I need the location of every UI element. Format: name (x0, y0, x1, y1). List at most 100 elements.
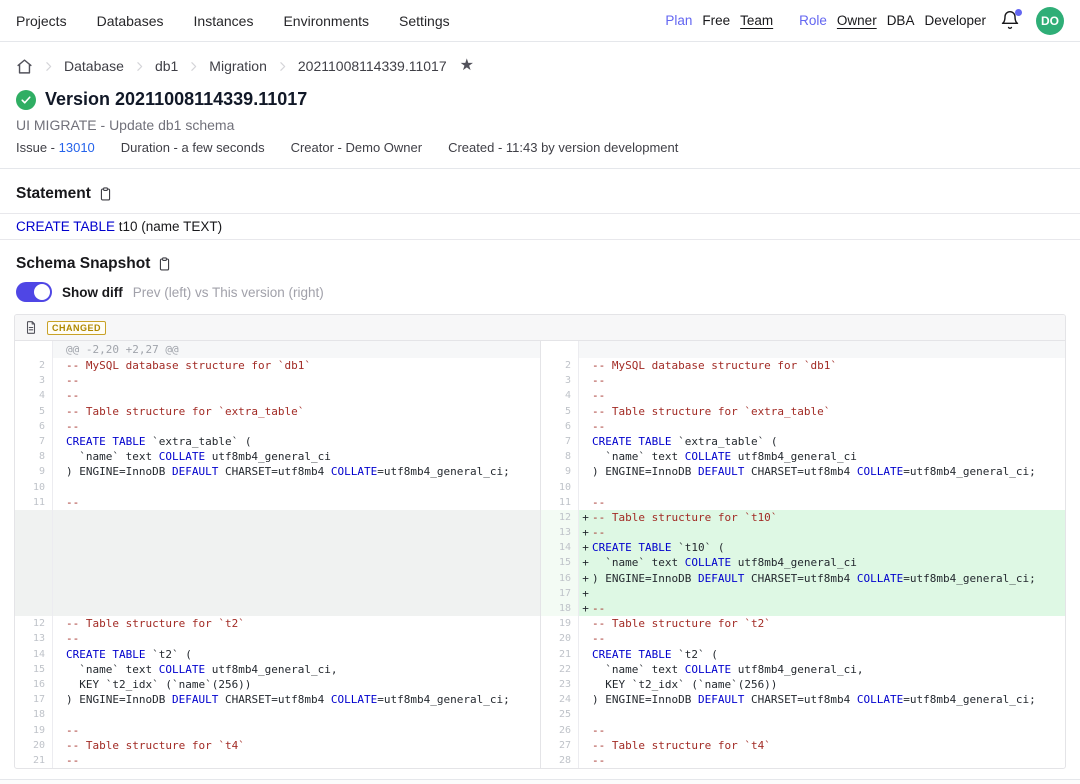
diff-line: 21-- (15, 753, 540, 768)
meta-item: Issue - 13010 (16, 140, 95, 155)
plan-label: Plan (665, 13, 692, 28)
diff-gap-row (15, 525, 540, 540)
diff-line: 19-- Table structure for `t2` (541, 616, 1065, 631)
meta-item: Created - 11:43 by version development (448, 140, 678, 155)
home-icon[interactable] (16, 58, 33, 75)
copy-statement-button[interactable] (98, 186, 113, 202)
page-title: Version 20211008114339.11017 (45, 89, 307, 110)
diff-line: 4-- (541, 388, 1065, 403)
nav-item-projects[interactable]: Projects (16, 13, 67, 29)
success-check-icon (16, 90, 36, 110)
chevron-right-icon (187, 60, 200, 73)
diff-hunk-row: @@ -2,20 +2,27 @@ (15, 341, 540, 358)
chevron-right-icon (42, 60, 55, 73)
role-owner-link[interactable]: Owner (837, 13, 877, 28)
diff-line: 2-- MySQL database structure for `db1` (541, 358, 1065, 373)
diff-hint: Prev (left) vs This version (right) (133, 285, 324, 300)
diff-line: 15 `name` text COLLATE utf8mb4_general_c… (15, 662, 540, 677)
show-diff-label: Show diff (62, 285, 123, 300)
diff-line: 15+ `name` text COLLATE utf8mb4_general_… (541, 555, 1065, 570)
plan-upgrade-link[interactable]: Team (740, 13, 773, 28)
diff-line: 16+) ENGINE=InnoDB DEFAULT CHARSET=utf8m… (541, 571, 1065, 586)
diff-line: 17) ENGINE=InnoDB DEFAULT CHARSET=utf8mb… (15, 692, 540, 707)
diff-header: CHANGED (15, 315, 1065, 341)
diff-gap-row (15, 555, 540, 570)
diff-line: 14+CREATE TABLE `t10` ( (541, 540, 1065, 555)
diff-line: 3-- (15, 373, 540, 388)
clipboard-icon (157, 256, 172, 272)
star-icon[interactable]: ★ (460, 58, 474, 74)
show-diff-toggle[interactable] (16, 282, 52, 302)
chevron-right-icon (276, 60, 289, 73)
diff-line: 24) ENGINE=InnoDB DEFAULT CHARSET=utf8mb… (541, 692, 1065, 707)
diff-line: 6-- (15, 419, 540, 434)
sql-rest: t10 (name TEXT) (115, 219, 222, 234)
breadcrumb: Database db1 Migration 20211008114339.11017… (0, 55, 1080, 77)
diff-line: 22 `name` text COLLATE utf8mb4_general_c… (541, 662, 1065, 677)
copy-snapshot-button[interactable] (157, 256, 172, 272)
sql-keyword: CREATE TABLE (16, 219, 115, 234)
diff-line: 12+-- Table structure for `t10` (541, 510, 1065, 525)
diff-line: 13+-- (541, 525, 1065, 540)
meta-item: Duration - a few seconds (121, 140, 265, 155)
diff-line: 20-- Table structure for `t4` (15, 738, 540, 753)
diff-line: 12-- Table structure for `t2` (15, 616, 540, 631)
breadcrumb-item[interactable]: db1 (155, 58, 178, 74)
diff-line: 6-- (541, 419, 1065, 434)
diff-hunk-row (541, 341, 1065, 358)
account-bar: Plan Free Team Role Owner DBA Developer … (665, 7, 1064, 35)
diff-line: 10 (15, 480, 540, 495)
diff-gap-row (15, 586, 540, 601)
diff-line: 27-- Table structure for `t4` (541, 738, 1065, 753)
diff-line: 3-- (541, 373, 1065, 388)
diff-line: 20-- (541, 631, 1065, 646)
role-developer[interactable]: Developer (924, 13, 986, 28)
diff-line: 18+-- (541, 601, 1065, 616)
breadcrumb-item[interactable]: Database (64, 58, 124, 74)
diff-line: 10 (541, 480, 1065, 495)
top-nav: Projects Databases Instances Environments Se… (0, 0, 1080, 42)
diff-line: 5-- Table structure for `extra_table` (541, 404, 1065, 419)
statement-section-header: Statement (0, 185, 1080, 203)
meta-value: Demo Owner (346, 140, 423, 155)
nav-item-settings[interactable]: Settings (399, 13, 450, 29)
version-header: Version 20211008114339.11017 (0, 89, 1080, 110)
diff-pane-prev[interactable]: @@ -2,20 +2,27 @@2-- MySQL database stru… (15, 341, 540, 768)
file-icon (24, 320, 38, 335)
breadcrumb-items: Database db1 Migration 20211008114339.11017 (42, 58, 447, 74)
statement-code[interactable]: CREATE TABLE t10 (name TEXT) (0, 213, 1080, 240)
notification-dot (1015, 9, 1022, 16)
diff-line: 21CREATE TABLE `t2` ( (541, 647, 1065, 662)
meta-item: Creator - Demo Owner (291, 140, 422, 155)
diff-line: 13-- (15, 631, 540, 646)
diff-gap-row (15, 540, 540, 555)
diff-line: 7CREATE TABLE `extra_table` ( (15, 434, 540, 449)
role-dba[interactable]: DBA (887, 13, 915, 28)
breadcrumb-item[interactable]: 20211008114339.11017 (298, 58, 447, 74)
clipboard-icon (98, 186, 113, 202)
nav-item-databases[interactable]: Databases (97, 13, 164, 29)
diff-line: 26-- (541, 723, 1065, 738)
avatar[interactable]: DO (1036, 7, 1064, 35)
nav-item-environments[interactable]: Environments (283, 13, 369, 29)
diff-line: 23 KEY `t2_idx` (`name`(256)) (541, 677, 1065, 692)
snapshot-section-header: Schema Snapshot (0, 255, 1080, 273)
chevron-right-icon (133, 60, 146, 73)
diff-line: 5-- Table structure for `extra_table` (15, 404, 540, 419)
diff-line: 19-- (15, 723, 540, 738)
meta-value: a few seconds (181, 140, 264, 155)
diff-line: 2-- MySQL database structure for `db1` (15, 358, 540, 373)
diff-gap-row (15, 510, 540, 525)
bottom-strip (0, 780, 1080, 784)
diff-gap-row (15, 571, 540, 586)
changed-badge: CHANGED (47, 321, 106, 335)
issue-link[interactable]: 13010 (59, 140, 95, 155)
notifications-button[interactable] (1000, 10, 1022, 32)
breadcrumb-item[interactable]: Migration (209, 58, 267, 74)
meta-value: 11:43 by version development (506, 140, 678, 155)
diff-line: 18 (15, 707, 540, 722)
section-divider (0, 168, 1080, 169)
snapshot-label: Schema Snapshot (16, 255, 150, 273)
diff-pane-current[interactable]: 2-- MySQL database structure for `db1`3-… (540, 341, 1065, 768)
nav-item-instances[interactable]: Instances (194, 13, 254, 29)
